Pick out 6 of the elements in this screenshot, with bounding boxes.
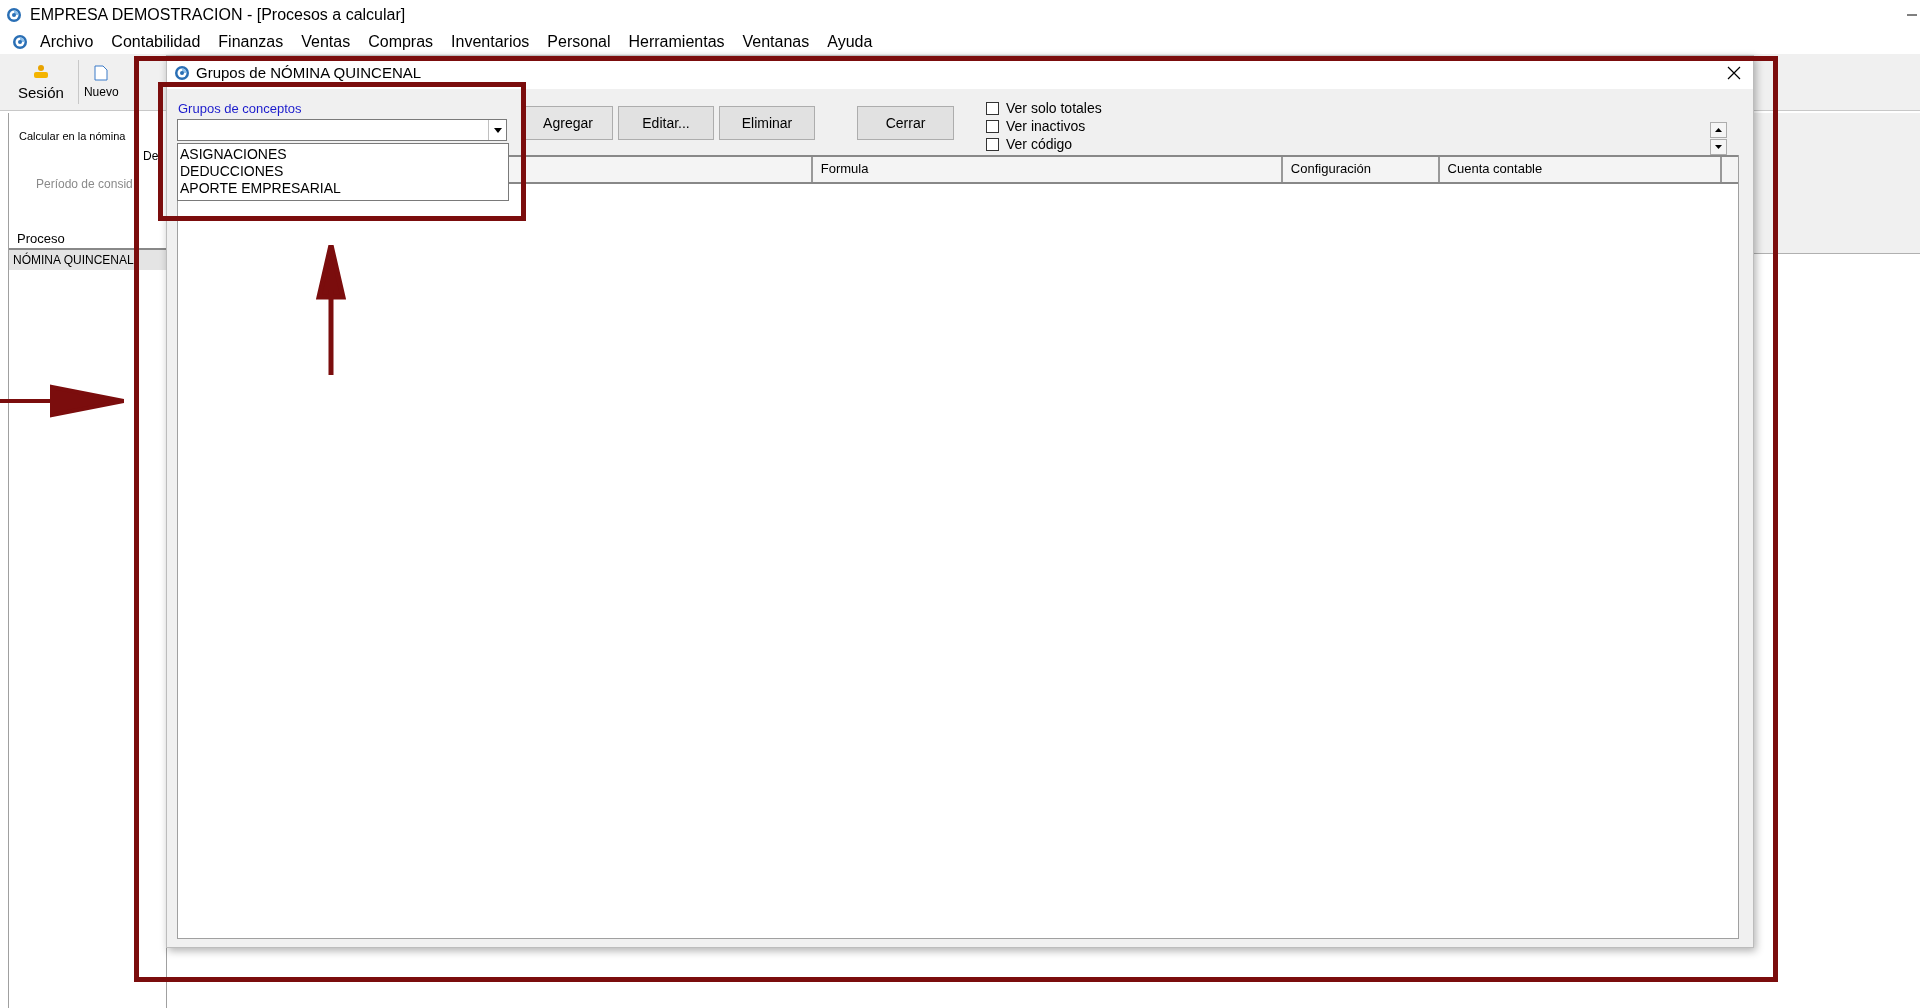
form-label: De <box>143 149 160 163</box>
form-label: Calcular en la nómina <box>19 130 127 142</box>
window-title: EMPRESA DEMOSTRACION - [Procesos a calcular] <box>30 6 406 24</box>
field-label: Grupos de conceptos <box>178 101 303 116</box>
form-label: Período de consid <box>36 177 134 191</box>
dialog-title: Grupos de NÓMINA QUINCENAL <box>196 64 422 81</box>
